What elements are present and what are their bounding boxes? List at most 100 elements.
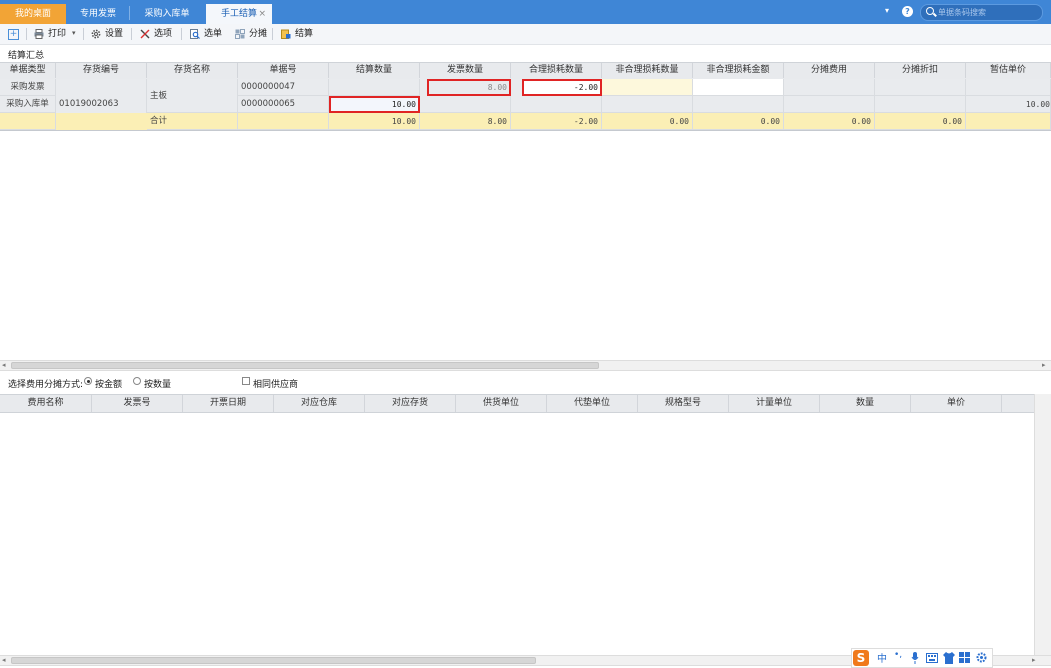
print-dropdown-icon[interactable]: ▾ [72, 29, 76, 37]
col-fee-name[interactable]: 费用名称 [0, 395, 92, 412]
settle-label: 结算 [295, 29, 314, 39]
same-supplier-checkbox[interactable] [242, 377, 250, 385]
tab-manual-settlement-label: 手工结算 [220, 9, 257, 19]
magnifier-doc-icon [190, 29, 200, 39]
tab-purchase-receipt[interactable]: 采购入库单 [132, 4, 202, 24]
table-cell-est-price[interactable] [966, 79, 1051, 96]
col-invoice-qty[interactable]: 发票数量 [420, 63, 511, 78]
col-fee-advance-unit[interactable]: 代垫单位 [547, 395, 638, 412]
scroll-left-icon[interactable]: ◂ [2, 361, 6, 369]
keyboard-icon[interactable] [926, 653, 938, 663]
col-doc-type[interactable]: 单据类型 [0, 63, 56, 78]
divider [0, 130, 1051, 131]
search-icon [926, 7, 934, 15]
microphone-icon[interactable] [911, 652, 919, 664]
total-label: 合计 [147, 113, 238, 130]
toolbar-separator [181, 28, 182, 40]
dropdown-icon[interactable]: ▾ [885, 6, 889, 15]
col-fee-price[interactable]: 单价 [911, 395, 1002, 412]
radio-by-quantity[interactable] [133, 377, 141, 385]
col-fee-invoice-no[interactable]: 发票号 [92, 395, 183, 412]
select-button[interactable]: 选单 [190, 27, 222, 41]
options-button[interactable]: 选项 [140, 27, 172, 41]
options-label: 选项 [154, 29, 173, 39]
search-box[interactable] [920, 4, 1043, 21]
summary-scrollbar[interactable]: ◂ ▸ [0, 360, 1051, 371]
col-item-code[interactable]: 存货编号 [56, 63, 147, 78]
col-item-name[interactable]: 存货名称 [147, 63, 238, 78]
col-non-loss-amt[interactable]: 非合理损耗金额 [693, 63, 784, 78]
table-cell-doc-type[interactable]: 采购发票 [0, 79, 56, 96]
table-cell-item-name[interactable]: 主板 [147, 79, 238, 113]
table-cell-invoice-qty[interactable]: 8.00 [427, 79, 511, 96]
table-cell-non-loss-qty[interactable] [602, 96, 693, 113]
print-button[interactable]: 打印 [34, 27, 66, 41]
table-cell-doc-no[interactable]: 0000000047 [238, 79, 329, 96]
help-icon[interactable]: ? [902, 6, 913, 17]
radio-by-amount[interactable] [84, 377, 92, 385]
table-cell-loss-qty[interactable] [511, 96, 602, 113]
gear-icon[interactable] [976, 652, 987, 663]
total-non-loss-amt: 0.00 [693, 113, 784, 130]
allocate-label: 分摊 [249, 29, 268, 39]
sogou-logo-icon[interactable]: S [853, 650, 869, 666]
col-doc-no[interactable]: 单据号 [238, 63, 329, 78]
skin-icon[interactable] [943, 652, 955, 664]
print-label: 打印 [48, 29, 67, 39]
search-input[interactable] [938, 6, 1038, 18]
scroll-left-icon[interactable]: ◂ [2, 656, 6, 664]
table-cell-non-loss-amt[interactable] [693, 96, 784, 113]
tab-special-invoice[interactable]: 专用发票 [70, 4, 126, 24]
col-est-price[interactable]: 暂估单价 [966, 63, 1051, 78]
col-settle-qty[interactable]: 结算数量 [329, 63, 420, 78]
settle-button[interactable]: 结算 [281, 27, 313, 41]
scroll-right-icon[interactable]: ▸ [1042, 361, 1046, 369]
punctuation-indicator[interactable]: •, [894, 650, 902, 660]
table-cell-alloc-disc[interactable] [875, 79, 966, 96]
table-cell-est-price[interactable]: 10.00 [966, 96, 1051, 113]
same-supplier-label[interactable]: 相同供应商 [253, 377, 298, 390]
col-fee-qty[interactable]: 数量 [820, 395, 911, 412]
settings-button[interactable]: 设置 [91, 27, 123, 41]
table-cell-doc-type[interactable]: 采购入库单 [0, 96, 56, 113]
col-fee-item[interactable]: 对应存货 [365, 395, 456, 412]
table-cell-loss-qty[interactable]: -2.00 [522, 79, 602, 96]
add-icon[interactable]: + [8, 29, 19, 40]
fees-header: 费用名称 发票号 开票日期 对应仓库 对应存货 供货单位 代垫单位 规格型号 计… [0, 394, 1051, 413]
fees-vertical-scrollbar[interactable] [1034, 394, 1051, 655]
col-alloc-fee[interactable]: 分摊费用 [784, 63, 875, 78]
table-cell-invoice-qty[interactable] [420, 96, 511, 113]
col-fee-invoice-date[interactable]: 开票日期 [183, 395, 274, 412]
radio-by-quantity-label[interactable]: 按数量 [144, 377, 171, 390]
close-icon[interactable]: × [258, 4, 266, 24]
table-cell-settle-qty[interactable]: 10.00 [329, 96, 420, 113]
col-fee-spec[interactable]: 规格型号 [638, 395, 729, 412]
total-loss-qty: -2.00 [511, 113, 602, 130]
tab-home[interactable]: 我的桌面 [0, 4, 66, 24]
table-cell-non-loss-amt[interactable] [693, 79, 784, 96]
toolbox-icon[interactable] [959, 652, 970, 663]
col-fee-supplier[interactable]: 供货单位 [456, 395, 547, 412]
toolbar-separator [26, 28, 27, 40]
table-cell-alloc-fee[interactable] [784, 96, 875, 113]
scroll-thumb[interactable] [11, 657, 536, 664]
col-alloc-disc[interactable]: 分摊折扣 [875, 63, 966, 78]
table-cell-doc-no[interactable]: 0000000065 [238, 96, 329, 113]
col-loss-qty[interactable]: 合理损耗数量 [511, 63, 602, 78]
table-cell-settle-qty[interactable] [329, 79, 420, 96]
col-fee-unit[interactable]: 计量单位 [729, 395, 820, 412]
scroll-right-icon[interactable]: ▸ [1032, 656, 1036, 664]
table-cell-alloc-fee[interactable] [784, 79, 875, 96]
tab-manual-settlement[interactable]: 手工结算 × [206, 4, 272, 24]
table-cell-alloc-disc[interactable] [875, 96, 966, 113]
radio-by-amount-label[interactable]: 按金额 [95, 377, 122, 390]
col-non-loss-qty[interactable]: 非合理损耗数量 [602, 63, 693, 78]
allocate-icon [235, 29, 245, 39]
gear-icon [91, 29, 101, 39]
allocate-button[interactable]: 分摊 [235, 27, 267, 41]
table-cell-non-loss-qty[interactable] [602, 79, 693, 96]
settings-label: 设置 [105, 29, 124, 39]
scroll-thumb[interactable] [11, 362, 599, 369]
col-fee-warehouse[interactable]: 对应仓库 [274, 395, 365, 412]
ime-mode-indicator[interactable]: 中 [877, 650, 887, 665]
